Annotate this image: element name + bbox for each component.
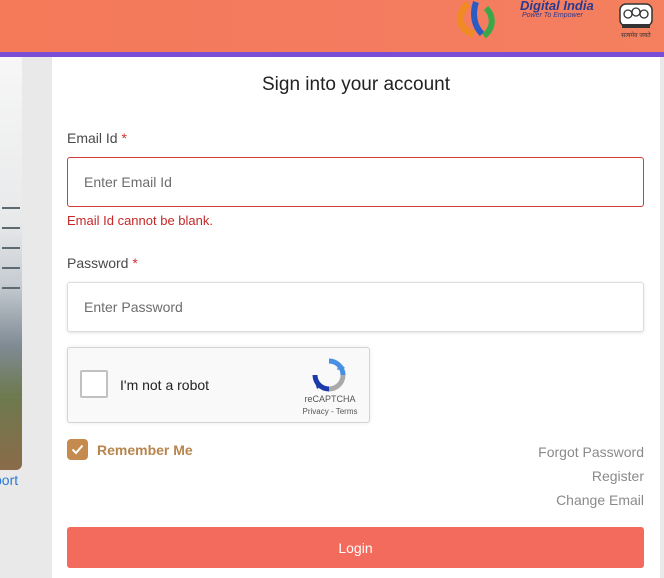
password-placeholder: Enter Password: [84, 299, 183, 315]
recaptcha-checkbox[interactable]: [80, 370, 108, 398]
email-field[interactable]: Enter Email Id: [67, 157, 644, 207]
recaptcha-terms-link[interactable]: Privacy - Terms: [296, 407, 364, 416]
remember-me-label: Remember Me: [97, 441, 193, 458]
page-title: Sign into your account: [261, 74, 450, 95]
side-image: [0, 57, 22, 470]
password-label: Password *: [67, 255, 138, 271]
support-link[interactable]: port: [0, 472, 18, 488]
checkmark-icon: [67, 439, 88, 460]
forgot-password-link[interactable]: Forgot Password: [538, 444, 644, 460]
email-placeholder: Enter Email Id: [84, 174, 172, 190]
password-label-text: Password: [67, 255, 129, 271]
emblem-caption: सत्यमेव जयते: [621, 31, 651, 39]
national-emblem-icon: सत्यमेव जयते: [619, 3, 653, 39]
recaptcha-label: I'm not a robot: [120, 377, 210, 393]
remember-me-checkbox[interactable]: Remember Me: [67, 439, 193, 460]
login-card: Sign into your account Email Id * Enter …: [52, 57, 660, 578]
recaptcha-brand: reCAPTCHA: [304, 394, 356, 404]
header-bar: Digital India Power To Empower सत्यमेव ज…: [0, 0, 664, 52]
login-button[interactable]: Login: [67, 527, 644, 568]
email-error: Email Id cannot be blank.: [67, 213, 213, 228]
recaptcha-logo-icon: [312, 358, 346, 392]
email-label-text: Email Id: [67, 130, 118, 146]
password-field[interactable]: Enter Password: [67, 282, 644, 332]
required-mark: *: [121, 130, 127, 146]
recaptcha-widget: I'm not a robot reCAPTCHA Privacy - Term…: [67, 347, 370, 423]
register-link[interactable]: Register: [592, 468, 644, 484]
email-label: Email Id *: [67, 130, 127, 146]
brand-tagline: Power To Empower: [522, 12, 583, 19]
change-email-link[interactable]: Change Email: [556, 492, 644, 508]
digital-india-logo-icon: [456, 1, 495, 38]
required-mark: *: [132, 255, 138, 271]
